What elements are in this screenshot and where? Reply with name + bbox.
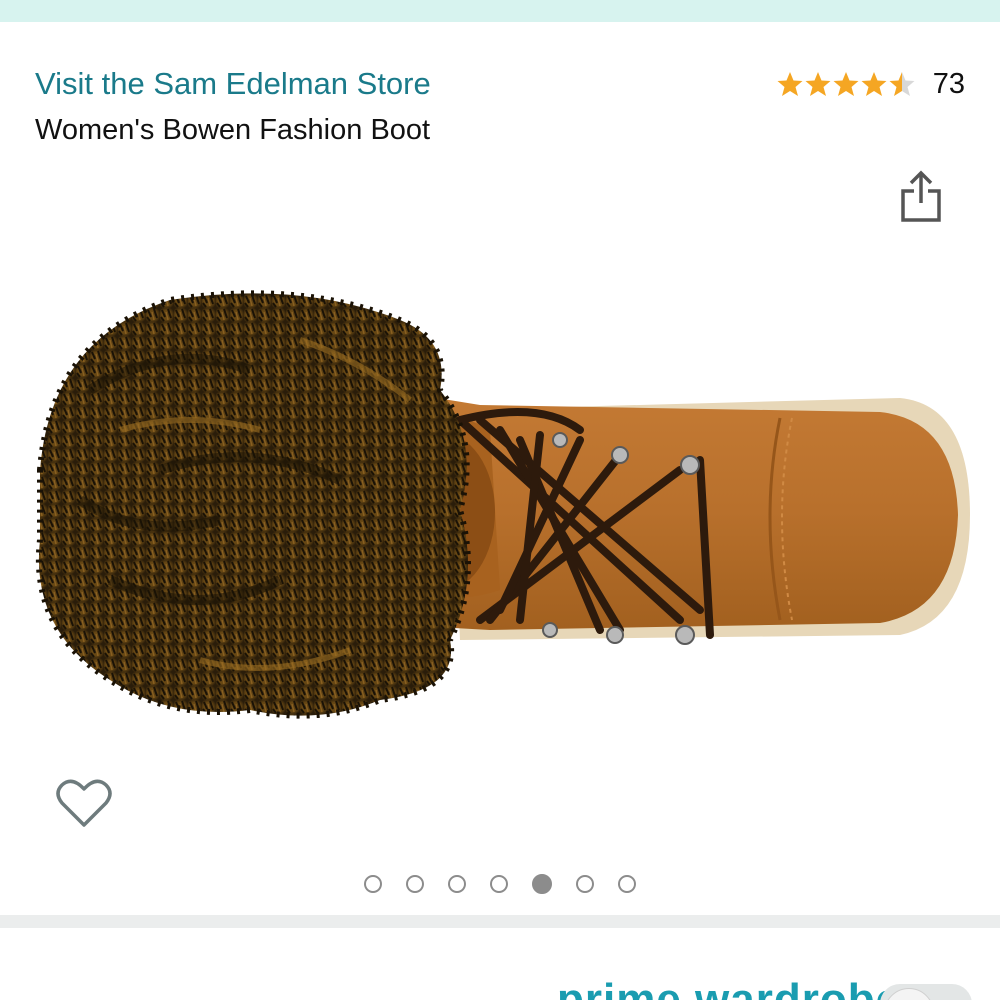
- carousel-dot[interactable]: [576, 875, 594, 893]
- carousel-dot[interactable]: [406, 875, 424, 893]
- prime-wardrobe-toggle[interactable]: [880, 984, 972, 1000]
- share-button[interactable]: [896, 168, 946, 224]
- boot-image: [35, 290, 970, 719]
- rating-count[interactable]: 73: [933, 68, 965, 101]
- star-rating: [777, 70, 919, 98]
- star-full-icon: [805, 72, 831, 96]
- star-half-icon: [889, 72, 915, 96]
- carousel-dot[interactable]: [490, 875, 508, 893]
- stars-icon: [777, 72, 915, 96]
- carousel-dot[interactable]: [448, 875, 466, 893]
- rating-summary[interactable]: 73: [777, 66, 965, 102]
- heart-icon: [56, 779, 112, 827]
- product-image[interactable]: [20, 280, 980, 730]
- fur-collar: [35, 290, 471, 719]
- star-full-icon: [777, 72, 803, 96]
- toggle-knob: [884, 988, 934, 1000]
- share-icon: [901, 170, 941, 222]
- carousel-dot[interactable]: [364, 875, 382, 893]
- carousel-dot[interactable]: [618, 875, 636, 893]
- image-carousel-indicators: [0, 873, 1000, 895]
- store-link[interactable]: Visit the Sam Edelman Store: [35, 66, 431, 102]
- prime-wardrobe-label: prime wardrobe: [557, 975, 902, 1000]
- product-title: Women's Bowen Fashion Boot: [35, 114, 431, 146]
- section-divider: [0, 915, 1000, 928]
- wishlist-button[interactable]: [54, 774, 114, 832]
- star-full-icon: [833, 72, 859, 96]
- carousel-dot-active[interactable]: [532, 874, 552, 894]
- top-bar: [0, 0, 1000, 22]
- product-page: Visit the Sam Edelman Store Women's Bowe…: [0, 0, 1000, 1000]
- star-full-icon: [861, 72, 887, 96]
